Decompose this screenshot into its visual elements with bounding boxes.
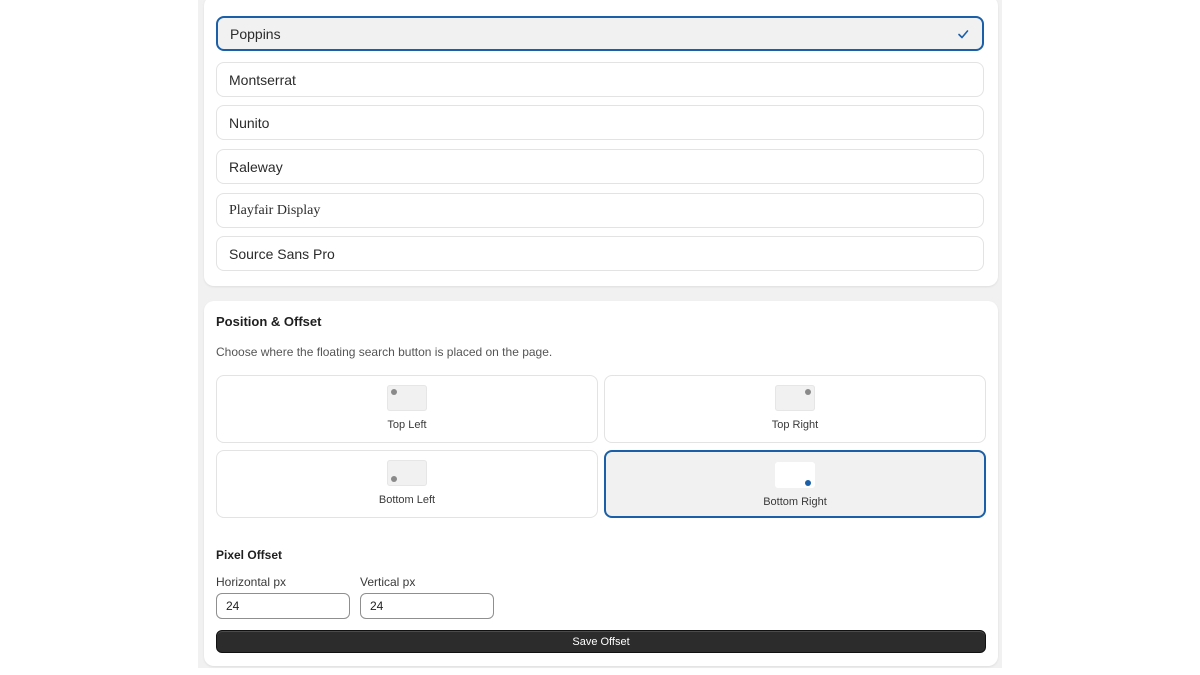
section-description: Choose where the floating search button … — [216, 345, 553, 359]
position-dot-icon — [391, 476, 397, 482]
font-option-label: Raleway — [229, 158, 283, 175]
position-preview — [775, 385, 815, 411]
position-option-top-left[interactable]: Top Left — [216, 375, 598, 443]
position-dot-icon — [805, 389, 811, 395]
font-option-label: Source Sans Pro — [229, 245, 335, 262]
position-preview — [775, 462, 815, 488]
vertical-offset-label: Vertical px — [360, 575, 416, 589]
position-dot-icon — [391, 389, 397, 395]
position-option-label: Top Left — [387, 419, 427, 431]
font-option-playfair-display[interactable]: Playfair Display — [216, 193, 984, 228]
font-option-label: Nunito — [229, 114, 270, 131]
font-option-label: Playfair Display — [229, 202, 321, 218]
save-offset-button[interactable]: Save Offset — [216, 630, 986, 653]
position-option-bottom-left[interactable]: Bottom Left — [216, 450, 598, 518]
position-option-bottom-right[interactable]: Bottom Right — [604, 450, 986, 518]
font-option-label: Poppins — [230, 25, 281, 42]
font-option-label: Montserrat — [229, 71, 296, 88]
pixel-offset-heading: Pixel Offset — [216, 548, 283, 562]
font-option-poppins[interactable]: Poppins — [216, 16, 984, 51]
check-icon — [958, 29, 969, 38]
position-dot-icon — [805, 480, 811, 486]
position-option-top-right[interactable]: Top Right — [604, 375, 986, 443]
position-preview — [387, 385, 427, 411]
font-option-source-sans-pro[interactable]: Source Sans Pro — [216, 236, 984, 271]
position-option-label: Top Right — [771, 419, 819, 431]
horizontal-offset-label: Horizontal px — [216, 575, 287, 589]
position-option-label: Bottom Right — [763, 496, 827, 508]
position-preview — [387, 460, 427, 486]
font-option-nunito[interactable]: Nunito — [216, 105, 984, 140]
section-title: Position & Offset — [216, 314, 322, 329]
vertical-offset-input[interactable] — [360, 593, 494, 619]
font-option-raleway[interactable]: Raleway — [216, 149, 984, 184]
position-option-label: Bottom Left — [378, 494, 436, 506]
font-option-montserrat[interactable]: Montserrat — [216, 62, 984, 97]
horizontal-offset-input[interactable] — [216, 593, 350, 619]
